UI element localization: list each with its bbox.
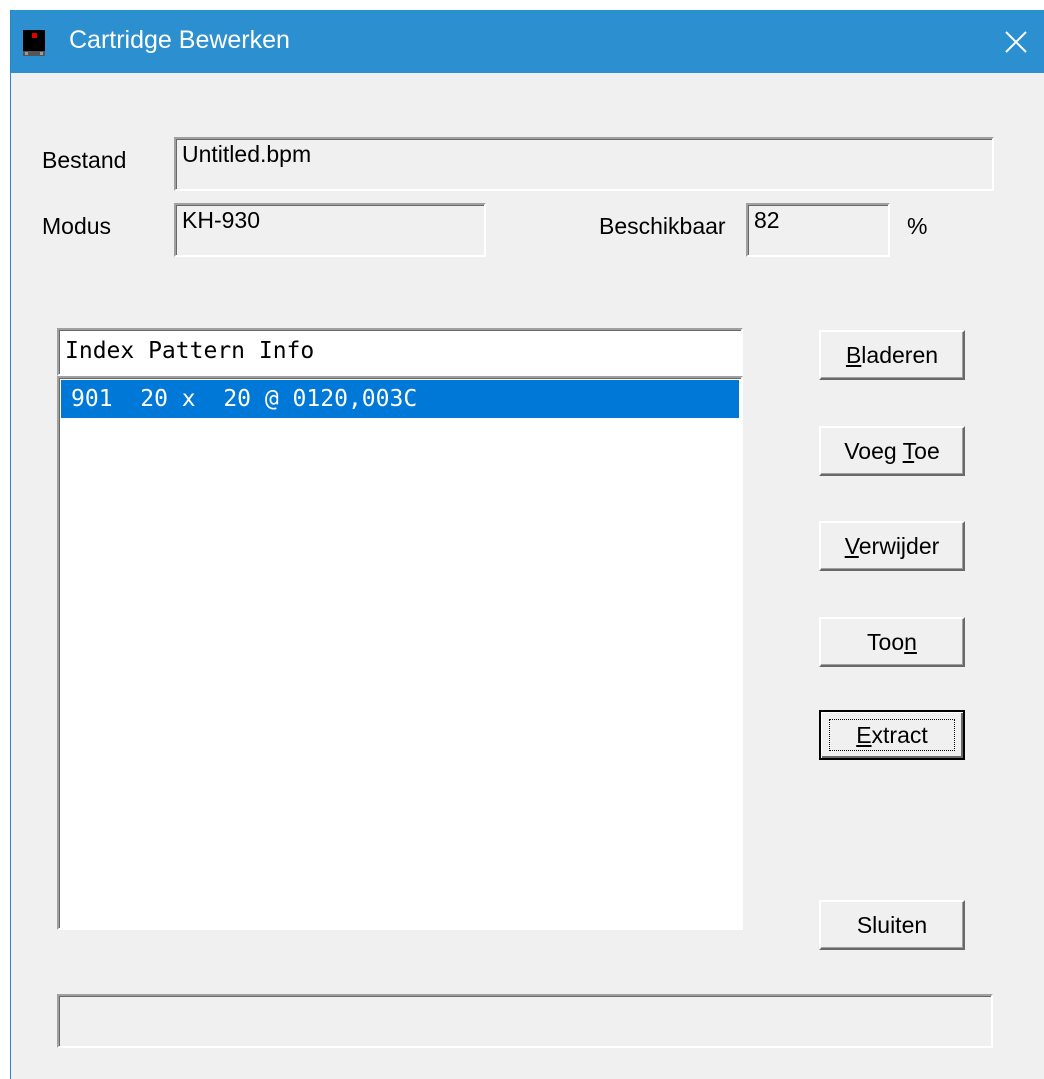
bestand-field[interactable]: Untitled.bpm <box>174 137 994 191</box>
focus-ring <box>829 719 955 751</box>
verwijder-button-label: Verwijder <box>844 532 940 559</box>
list-item[interactable]: 901 20 x 20 @ 0120,003C <box>61 380 739 418</box>
voeg-toe-button[interactable]: Voeg Toe <box>819 426 965 476</box>
verwijder-button[interactable]: Verwijder <box>819 521 965 571</box>
bestand-label: Bestand <box>42 147 127 173</box>
close-button[interactable] <box>988 10 1044 73</box>
beschikbaar-label: Beschikbaar <box>599 213 726 239</box>
toon-button-label: Toon <box>867 628 917 655</box>
status-bar <box>57 994 993 1048</box>
modus-label: Modus <box>42 213 112 239</box>
window-title: Cartridge Bewerken <box>69 26 290 54</box>
beschikbaar-field[interactable]: 82 <box>746 203 890 257</box>
pattern-list[interactable]: 901 20 x 20 @ 0120,003C <box>57 376 743 930</box>
percent-label: % <box>907 213 928 239</box>
close-icon <box>1005 30 1027 53</box>
pattern-list-header: Index Pattern Info <box>57 328 743 376</box>
bladeren-button[interactable]: Bladeren <box>819 330 965 380</box>
extract-button[interactable]: Extract <box>819 710 965 760</box>
bladeren-button-label: Bladeren <box>845 341 939 368</box>
toon-button[interactable]: Toon <box>819 617 965 667</box>
cartridge-dialog: Cartridge Bewerken Bestand Untitled.bpm … <box>10 10 1044 1079</box>
cartridge-app-icon <box>23 30 45 56</box>
modus-field[interactable]: KH-930 <box>174 203 486 257</box>
voeg-toe-button-label: Voeg Toe <box>844 437 940 464</box>
title-bar[interactable]: Cartridge Bewerken <box>11 10 1044 73</box>
sluiten-button[interactable]: Sluiten <box>819 900 965 950</box>
